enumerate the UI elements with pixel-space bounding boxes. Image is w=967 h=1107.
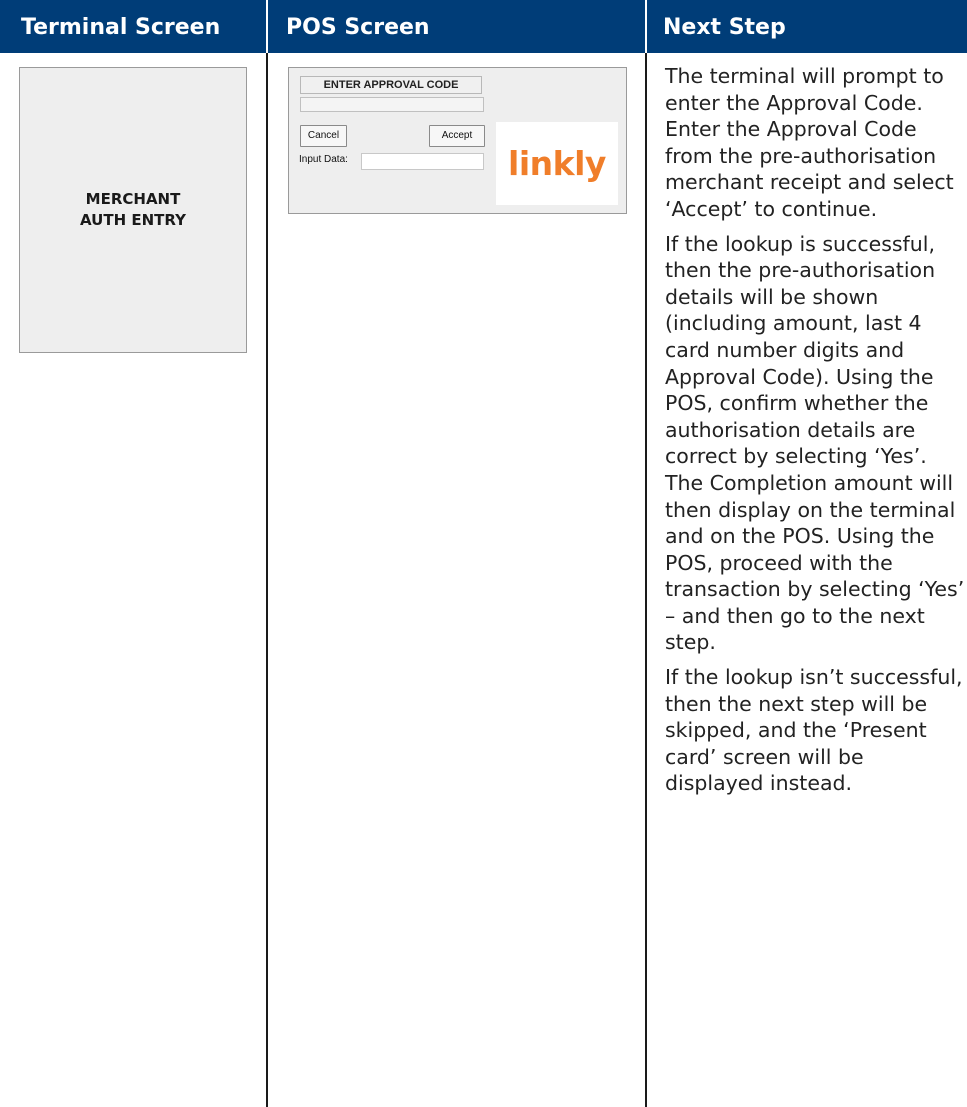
column-divider bbox=[266, 53, 268, 1107]
linkly-logo: linkly bbox=[496, 122, 618, 205]
pos-display-field bbox=[300, 97, 484, 112]
pos-dialog-title: ENTER APPROVAL CODE bbox=[300, 76, 482, 94]
input-data-field[interactable] bbox=[361, 153, 484, 170]
header-divider bbox=[645, 0, 647, 53]
cancel-button[interactable]: Cancel bbox=[300, 125, 347, 147]
accept-button[interactable]: Accept bbox=[429, 125, 485, 147]
linkly-logo-text: linkly bbox=[508, 144, 606, 183]
column-divider bbox=[645, 53, 647, 1107]
table-header: Terminal Screen POS Screen Next Step bbox=[0, 0, 967, 53]
pos-screen-header: POS Screen bbox=[286, 15, 430, 40]
terminal-line-1: MERCHANT bbox=[85, 190, 181, 208]
terminal-screen-display: MERCHANT AUTH ENTRY bbox=[19, 67, 247, 353]
next-step-paragraph-2: If the lookup is successful, then the pr… bbox=[665, 231, 965, 655]
input-data-label: Input Data: bbox=[299, 154, 348, 165]
next-step-text: The terminal will prompt to enter the Ap… bbox=[665, 63, 965, 805]
pos-screen-dialog: ENTER APPROVAL CODE Cancel Accept Input … bbox=[288, 67, 627, 214]
next-step-paragraph-3: If the lookup isn’t successful, then the… bbox=[665, 665, 963, 796]
next-step-paragraph-1: The terminal will prompt to enter the Ap… bbox=[665, 64, 954, 221]
header-divider bbox=[266, 0, 268, 53]
terminal-line-2: AUTH ENTRY bbox=[80, 211, 186, 229]
terminal-screen-header: Terminal Screen bbox=[21, 15, 221, 40]
next-step-header: Next Step bbox=[663, 15, 786, 40]
